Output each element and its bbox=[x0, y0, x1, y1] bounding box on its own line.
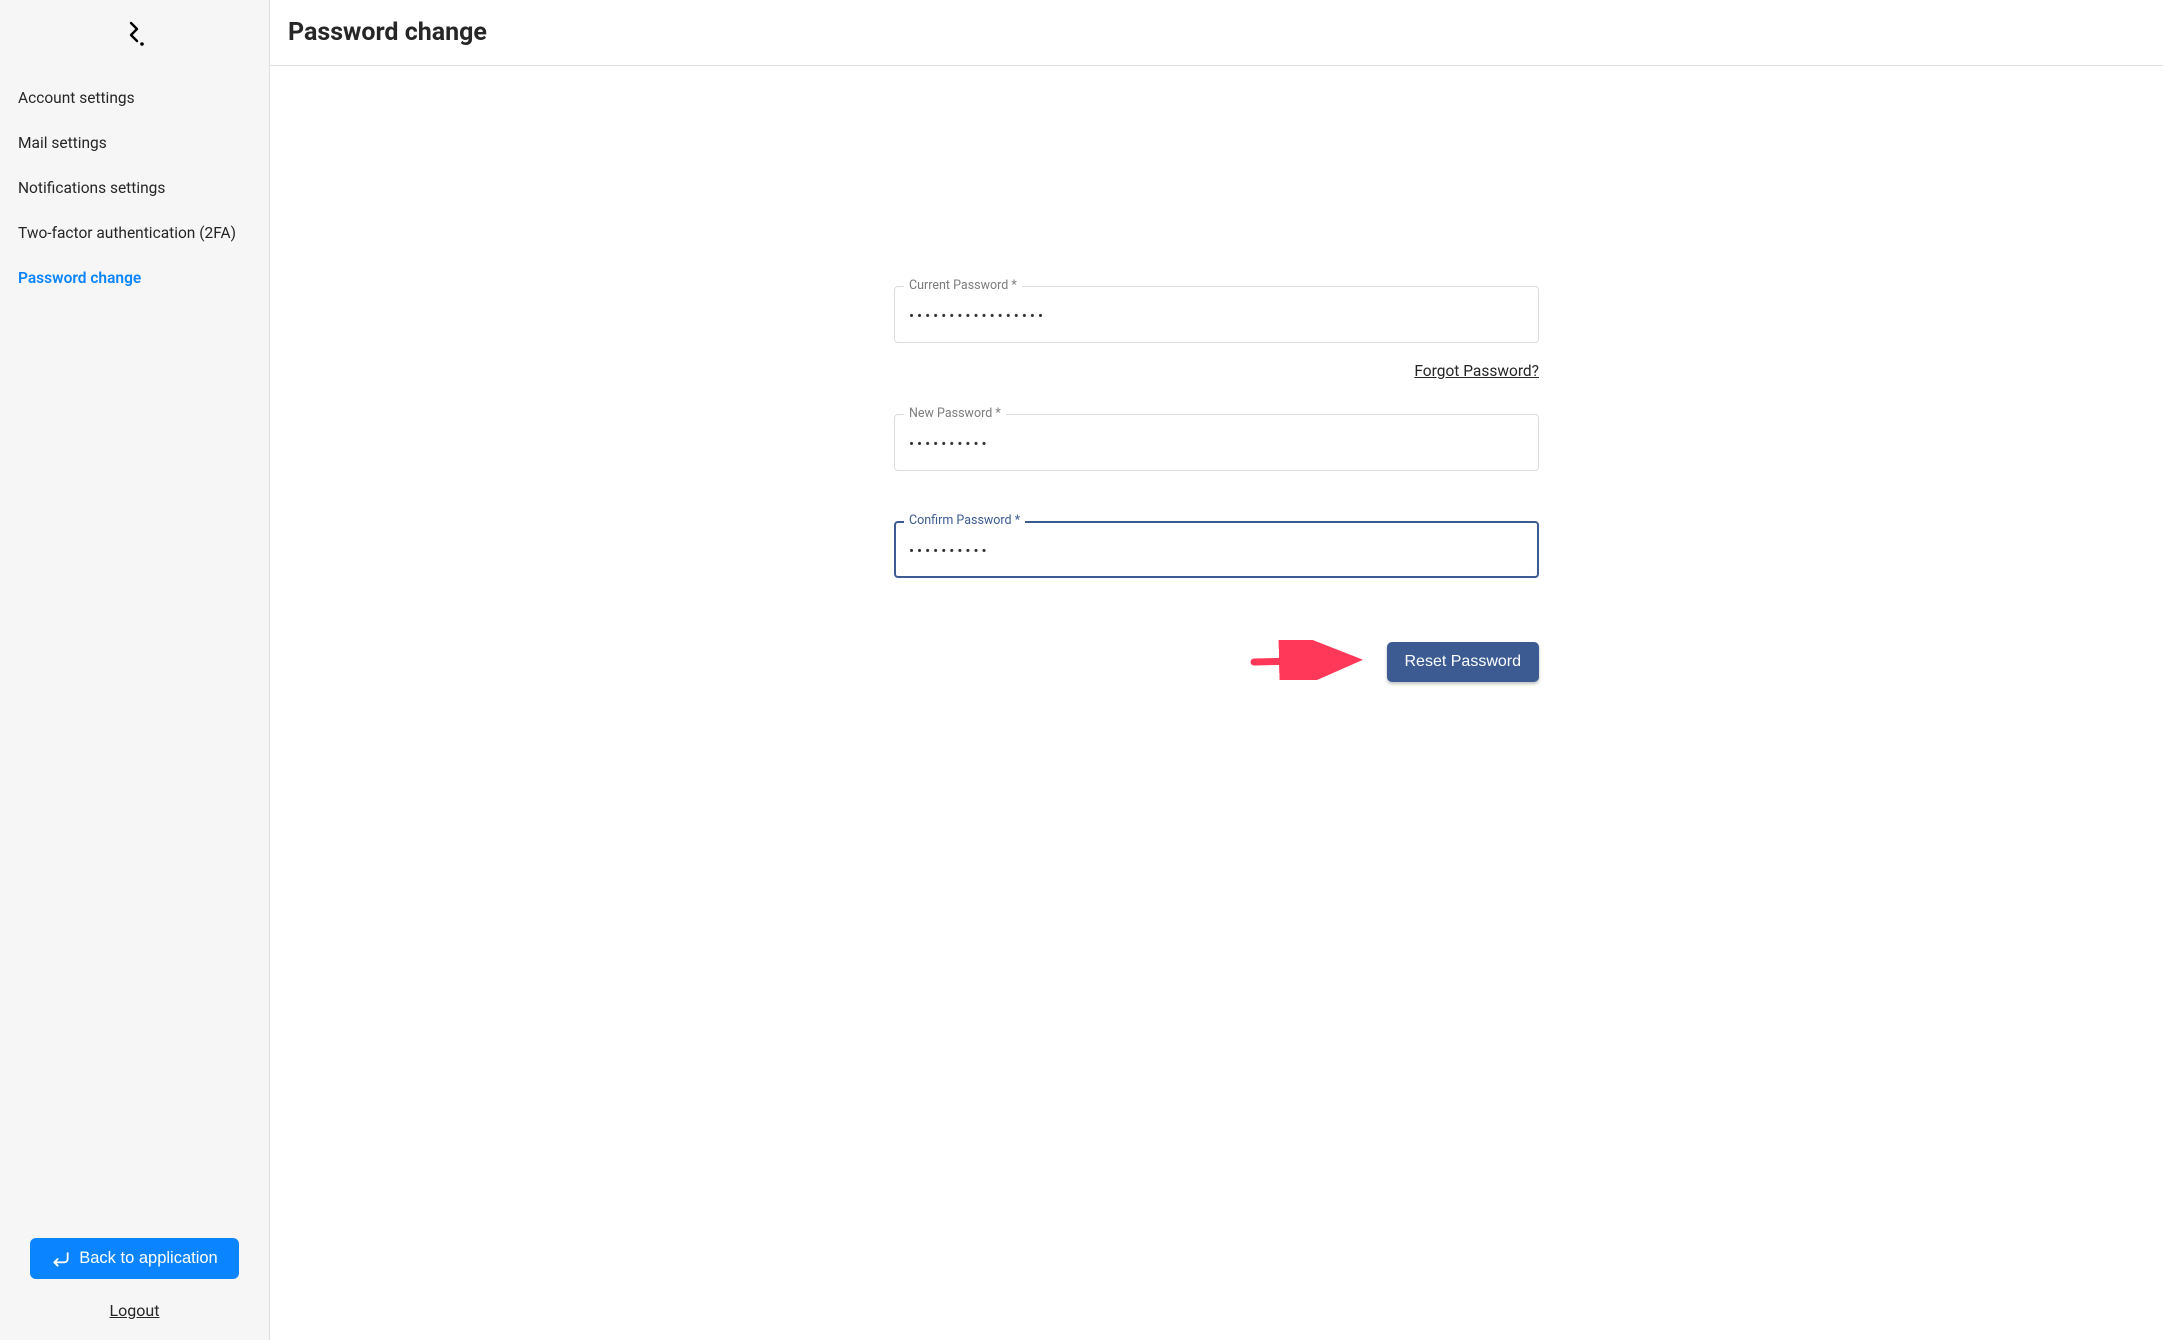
current-password-label: Current Password * bbox=[904, 278, 1022, 293]
reset-password-button[interactable]: Reset Password bbox=[1387, 642, 1540, 682]
confirm-password-group: Confirm Password * bbox=[894, 521, 1539, 578]
main: Password change Current Password * Forgo… bbox=[270, 0, 2163, 1340]
new-password-label: New Password * bbox=[904, 406, 1006, 421]
sidebar: Account settings Mail settings Notificat… bbox=[0, 0, 270, 1340]
sidebar-item-notifications-settings[interactable]: Notifications settings bbox=[18, 179, 251, 197]
return-arrow-icon bbox=[51, 1250, 71, 1268]
logout-link[interactable]: Logout bbox=[110, 1301, 160, 1320]
arrow-icon bbox=[1249, 640, 1369, 680]
sidebar-item-mail-settings[interactable]: Mail settings bbox=[18, 134, 251, 152]
current-password-input[interactable] bbox=[894, 286, 1539, 343]
current-password-group: Current Password * bbox=[894, 286, 1539, 343]
page-header: Password change bbox=[270, 0, 2163, 66]
new-password-group: New Password * bbox=[894, 414, 1539, 471]
submit-row: Reset Password bbox=[894, 642, 1539, 682]
logo bbox=[0, 0, 269, 67]
arrow-annotation bbox=[1249, 640, 1369, 684]
sidebar-nav: Account settings Mail settings Notificat… bbox=[0, 67, 269, 287]
confirm-password-label: Confirm Password * bbox=[904, 513, 1025, 528]
sidebar-item-two-factor[interactable]: Two-factor authentication (2FA) bbox=[18, 224, 251, 242]
sidebar-item-account-settings[interactable]: Account settings bbox=[18, 89, 251, 107]
back-to-application-button[interactable]: Back to application bbox=[30, 1238, 239, 1279]
page-title: Password change bbox=[288, 18, 2145, 47]
confirm-password-input[interactable] bbox=[894, 521, 1539, 578]
sidebar-bottom: Back to application Logout bbox=[0, 1238, 269, 1340]
new-password-input[interactable] bbox=[894, 414, 1539, 471]
content: Current Password * Forgot Password? New … bbox=[270, 66, 2163, 1340]
logo-icon bbox=[123, 20, 147, 48]
sidebar-item-password-change[interactable]: Password change bbox=[18, 269, 251, 287]
password-form: Current Password * Forgot Password? New … bbox=[894, 286, 1539, 682]
forgot-password-link[interactable]: Forgot Password? bbox=[1414, 362, 1539, 380]
forgot-password-row: Forgot Password? bbox=[894, 361, 1539, 380]
back-button-label: Back to application bbox=[79, 1249, 218, 1268]
